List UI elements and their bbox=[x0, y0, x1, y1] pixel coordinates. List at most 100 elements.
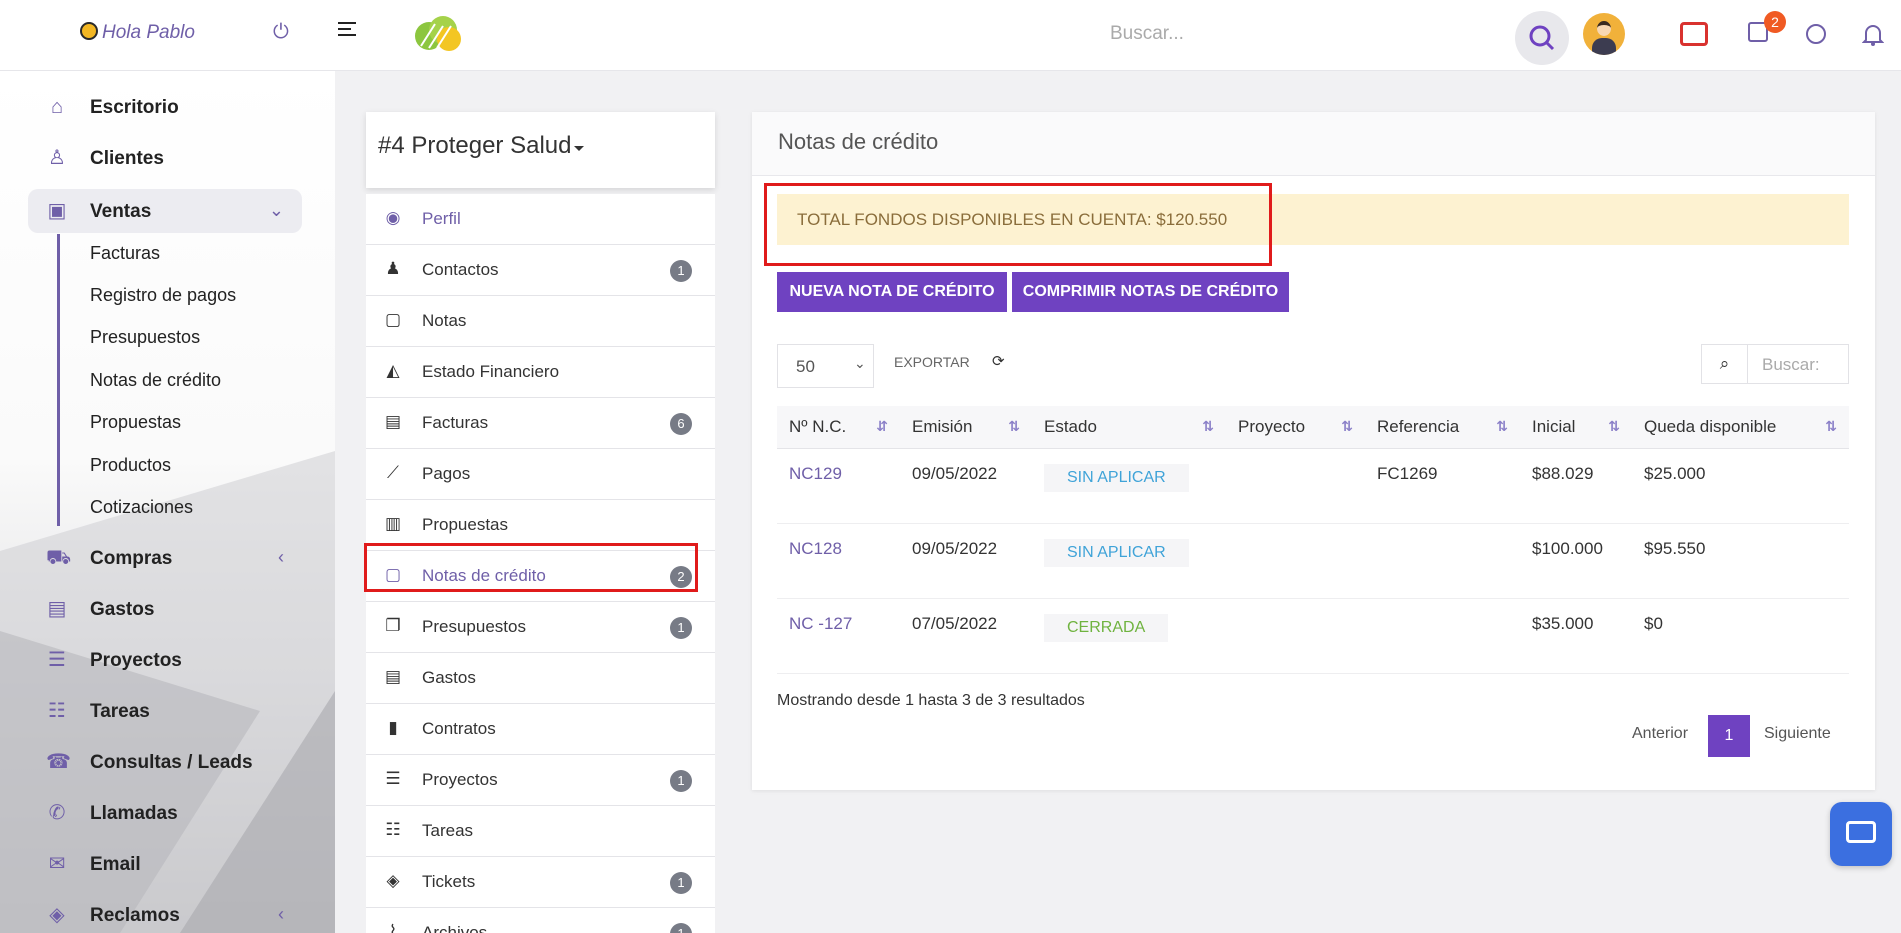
phone-icon: ☎ bbox=[46, 751, 71, 773]
clock-icon[interactable] bbox=[1806, 24, 1826, 44]
bell-icon[interactable] bbox=[1862, 22, 1884, 46]
paperclip-icon: ⌇ bbox=[388, 922, 398, 933]
submenu-notas-credito[interactable]: Notas de crédito bbox=[90, 370, 221, 391]
client-selector[interactable]: #4 Proteger Salud bbox=[366, 112, 715, 188]
user-icon: ♙ bbox=[48, 147, 66, 169]
tab-pagos[interactable]: ⟋ Pagos bbox=[366, 449, 715, 500]
tab-count: 1 bbox=[670, 617, 692, 639]
compress-credit-notes-button[interactable]: COMPRIMIR NOTAS DE CRÉDITO bbox=[1012, 272, 1289, 312]
credit-note-link[interactable]: NC -127 bbox=[777, 598, 900, 674]
submenu-registro-pagos[interactable]: Registro de pagos bbox=[90, 285, 236, 306]
tab-label: Tareas bbox=[422, 821, 474, 840]
sidebar-item-escritorio[interactable]: ⌂ Escritorio bbox=[28, 85, 302, 129]
tab-presupuestos[interactable]: ❐ Presupuestos 1 bbox=[366, 602, 715, 653]
status-badge: CERRADA bbox=[1044, 613, 1169, 642]
tab-estado-financiero[interactable]: ◭ Estado Financiero bbox=[366, 347, 715, 398]
tab-tareas[interactable]: ☷ Tareas bbox=[366, 806, 715, 857]
col-label: Nº N.C. bbox=[789, 416, 847, 436]
tab-label: Propuestas bbox=[422, 515, 508, 534]
tab-proyectos[interactable]: ☰ Proyectos 1 bbox=[366, 755, 715, 806]
call-icon: ✆ bbox=[48, 802, 66, 824]
submenu-presupuestos[interactable]: Presupuestos bbox=[90, 327, 200, 348]
tab-tickets[interactable]: ◈ Tickets 1 bbox=[366, 857, 715, 908]
pager-next[interactable]: Siguiente bbox=[1764, 725, 1831, 743]
cart-icon: ⛟ bbox=[46, 547, 72, 569]
sidebar-item-label: Consultas / Leads bbox=[90, 752, 253, 773]
new-credit-note-button[interactable]: NUEVA NOTA DE CRÉDITO bbox=[777, 272, 1007, 312]
search-icon: ⌕ bbox=[1702, 345, 1748, 383]
tab-contratos[interactable]: ▮ Contratos bbox=[366, 704, 715, 755]
sidebar-item-tareas[interactable]: ☷ Tareas bbox=[28, 689, 302, 733]
table-row: NC -127 07/05/2022 CERRADA $35.000 $0 bbox=[777, 598, 1849, 674]
submenu-productos[interactable]: Productos bbox=[90, 455, 171, 476]
client-title: #4 Proteger Salud bbox=[378, 132, 572, 159]
submenu-facturas[interactable]: Facturas bbox=[90, 243, 160, 264]
greeting[interactable]: Hola Pablo bbox=[80, 22, 195, 44]
file-lines-icon: ▤ bbox=[384, 667, 402, 686]
sidebar-item-gastos[interactable]: ▤ Gastos bbox=[28, 587, 302, 631]
col-inicial[interactable]: Inicial ⇅ bbox=[1520, 406, 1632, 449]
col-label: Proyecto bbox=[1238, 416, 1306, 436]
tab-label: Pagos bbox=[422, 464, 471, 483]
sidebar-item-email[interactable]: ✉ Email bbox=[28, 842, 302, 886]
table-search[interactable]: ⌕ Buscar: bbox=[1701, 344, 1849, 384]
pager-previous[interactable]: Anterior bbox=[1632, 725, 1688, 743]
col-proyecto[interactable]: Proyecto ⇅ bbox=[1226, 406, 1365, 449]
tab-notas[interactable]: ▢ Notas bbox=[366, 296, 715, 347]
proposal-icon: ▥ bbox=[384, 514, 402, 533]
export-button[interactable]: EXPORTAR bbox=[894, 354, 970, 370]
sidebar-item-consultas[interactable]: ☎ Consultas / Leads bbox=[28, 740, 302, 784]
sidebar-item-label: Reclamos bbox=[90, 905, 180, 926]
card-title: Notas de crédito bbox=[778, 129, 939, 154]
tab-perfil[interactable]: ◉ Perfil bbox=[366, 194, 715, 245]
tab-contactos[interactable]: ♟ Contactos 1 bbox=[366, 245, 715, 296]
chat-notes-icon[interactable] bbox=[1680, 22, 1708, 46]
sidebar-item-label: Clientes bbox=[90, 148, 164, 169]
tab-label: Gastos bbox=[422, 668, 476, 687]
col-referencia[interactable]: Referencia ⇅ bbox=[1365, 406, 1520, 449]
tab-facturas[interactable]: ▤ Facturas 6 bbox=[366, 398, 715, 449]
pager-current-page[interactable]: 1 bbox=[1708, 715, 1750, 757]
power-icon[interactable]: ⏻ bbox=[273, 20, 289, 44]
credit-notes-table: Nº N.C. ⇵ Emisión ⇅ Estado ⇅ Proyecto ⇅ Refe… bbox=[777, 406, 1849, 674]
tasks-icon: ☷ bbox=[48, 700, 66, 722]
submenu-cotizaciones[interactable]: Cotizaciones bbox=[90, 497, 193, 518]
tab-gastos[interactable]: ▤ Gastos bbox=[366, 653, 715, 704]
sort-icon: ⇅ bbox=[1496, 418, 1508, 434]
table-search-input[interactable]: Buscar: bbox=[1762, 355, 1820, 375]
sidebar-item-compras[interactable]: ⛟ Compras ‹ bbox=[28, 536, 302, 580]
cell-reference bbox=[1365, 598, 1520, 674]
sidebar-item-reclamos[interactable]: ◈ Reclamos ‹ bbox=[28, 893, 302, 933]
ticket-icon: ◈ bbox=[386, 871, 400, 890]
search-button[interactable] bbox=[1515, 11, 1569, 65]
col-label: Emisión bbox=[912, 416, 973, 436]
chat-button[interactable] bbox=[1830, 802, 1892, 866]
users-icon: ♟ bbox=[385, 259, 401, 278]
sidebar-item-clientes[interactable]: ♙ Clientes bbox=[28, 136, 302, 180]
highlight-box-alert bbox=[764, 183, 1272, 266]
global-search-input[interactable]: Buscar... bbox=[1110, 23, 1184, 45]
col-numero[interactable]: Nº N.C. ⇵ bbox=[777, 406, 900, 449]
logo[interactable] bbox=[411, 14, 465, 52]
cell-project bbox=[1226, 448, 1365, 524]
tab-label: Presupuestos bbox=[422, 617, 526, 636]
sidebar-item-llamadas[interactable]: ✆ Llamadas bbox=[28, 791, 302, 835]
col-emision[interactable]: Emisión ⇅ bbox=[900, 406, 1032, 449]
sidebar-item-proyectos[interactable]: ☰ Proyectos bbox=[28, 638, 302, 682]
col-estado[interactable]: Estado ⇅ bbox=[1032, 406, 1226, 449]
table-row: NC129 09/05/2022 SIN APLICAR FC1269 $88.… bbox=[777, 448, 1849, 524]
refresh-icon[interactable]: ⟳ bbox=[992, 352, 1005, 370]
credit-note-link[interactable]: NC129 bbox=[777, 448, 900, 524]
col-queda-disponible[interactable]: Queda disponible ⇅ bbox=[1632, 406, 1849, 449]
menu-toggle-icon[interactable] bbox=[338, 22, 356, 40]
credit-note-link[interactable]: NC128 bbox=[777, 523, 900, 599]
tab-archivos[interactable]: ⌇ Archivos 1 bbox=[366, 908, 715, 933]
submenu-propuestas[interactable]: Propuestas bbox=[90, 412, 181, 433]
user-avatar[interactable] bbox=[1583, 13, 1625, 55]
sidebar-item-ventas[interactable]: ▣ Ventas ⌄ bbox=[28, 189, 302, 233]
page-size-select[interactable]: 50 ⌄ bbox=[777, 344, 874, 388]
smile-icon bbox=[80, 22, 98, 40]
col-label: Estado bbox=[1044, 416, 1097, 436]
search-icon bbox=[1529, 25, 1555, 51]
tasks-badge: 2 bbox=[1764, 11, 1786, 33]
